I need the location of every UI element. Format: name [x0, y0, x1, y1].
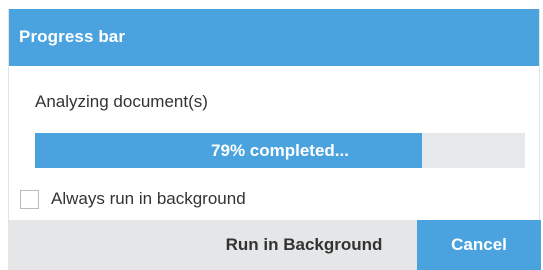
cancel-button[interactable]: Cancel	[417, 220, 541, 270]
progress-bar: 79% completed...	[35, 133, 525, 168]
always-run-background-checkbox[interactable]	[20, 189, 39, 209]
dialog-title: Progress bar	[19, 27, 126, 46]
run-in-background-button[interactable]: Run in Background	[199, 220, 409, 270]
dialog-title-bar: Progress bar	[9, 9, 539, 66]
progress-dialog: Progress bar Analyzing document(s) 79% c…	[8, 9, 541, 270]
dialog-footer: Run in Background Cancel	[9, 220, 541, 270]
always-run-background-label[interactable]: Always run in background	[51, 189, 246, 209]
status-text: Analyzing document(s)	[35, 92, 208, 111]
progress-label: 79% completed...	[211, 141, 349, 160]
always-run-background-option[interactable]: Always run in background	[20, 187, 246, 211]
